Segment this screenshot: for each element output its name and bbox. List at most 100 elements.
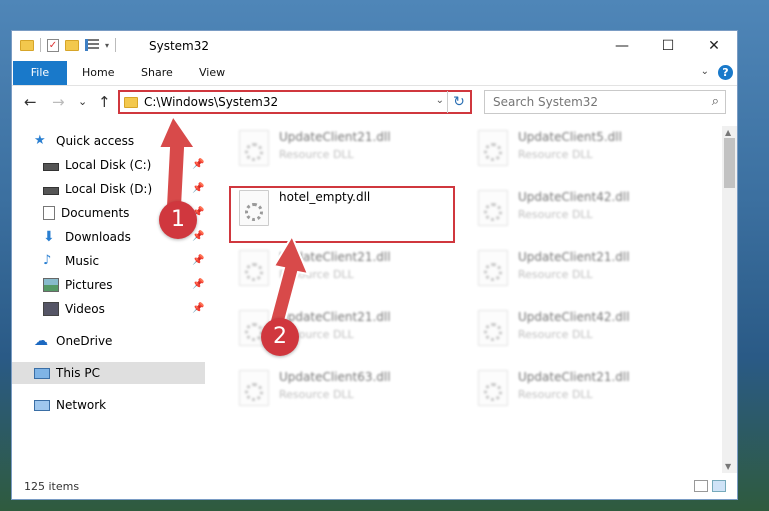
help-icon[interactable]: ?	[718, 65, 733, 80]
sidebar-item-label: Local Disk (C:)	[65, 158, 152, 172]
file-name: UpdateClient63.dll	[279, 370, 391, 384]
star-icon: ★	[34, 133, 46, 148]
vertical-scrollbar[interactable]: ▲ ▼	[722, 126, 737, 473]
file-type: Resource DLL	[518, 148, 593, 161]
disk-icon	[43, 187, 59, 195]
search-input[interactable]	[491, 94, 695, 110]
divider	[115, 38, 117, 52]
file-type: Resource DLL	[518, 388, 593, 401]
scroll-up-icon[interactable]: ▲	[725, 128, 731, 137]
address-dropdown-icon[interactable]: ⌄	[436, 95, 444, 106]
tab-file[interactable]: File	[13, 61, 67, 85]
item-count: 125 items	[24, 480, 80, 493]
file-name: UpdateClient21.dll	[518, 250, 630, 264]
music-icon: ♪	[43, 253, 52, 268]
sidebar-item-quick-access[interactable]: ★ Quick access	[34, 130, 134, 152]
sidebar-item-network[interactable]: Network	[34, 394, 106, 416]
sidebar-item-label: Pictures	[65, 278, 113, 292]
tab-home[interactable]: Home	[82, 61, 114, 85]
quick-access-toolbar: ✓ ▾	[20, 38, 117, 52]
scroll-thumb[interactable]	[724, 138, 735, 188]
pin-icon[interactable]: 📌	[192, 303, 204, 314]
window-controls: — ☐ ✕	[599, 31, 737, 61]
recent-locations-button[interactable]: ⌄	[78, 95, 87, 108]
close-button[interactable]: ✕	[691, 31, 737, 61]
expand-ribbon-icon[interactable]: ⌄	[701, 66, 709, 77]
maximize-button[interactable]: ☐	[645, 31, 691, 61]
folder-icon[interactable]	[20, 39, 34, 51]
gear-icon	[245, 143, 263, 161]
tab-view[interactable]: View	[199, 61, 225, 85]
gear-icon	[484, 383, 502, 401]
list-item[interactable]: UpdateClient21.dll Resource DLL	[470, 368, 698, 410]
sidebar-item-documents[interactable]: Documents	[43, 202, 129, 224]
list-item[interactable]: UpdateClient5.dll Resource DLL	[470, 128, 698, 170]
sidebar-item-music[interactable]: ♪ Music	[43, 250, 99, 272]
divider	[40, 38, 41, 52]
file-type: Resource DLL	[518, 208, 593, 221]
up-button[interactable]: ↑	[98, 93, 111, 111]
sidebar-item-label: This PC	[56, 366, 100, 380]
disk-icon	[43, 163, 59, 171]
gear-icon	[484, 323, 502, 341]
cloud-icon: ☁	[34, 333, 48, 349]
file-name: UpdateClient42.dll	[518, 310, 630, 324]
pin-icon[interactable]: 📌	[192, 279, 204, 290]
sidebar-item-label: Music	[65, 254, 100, 268]
status-bar: 125 items	[12, 474, 737, 499]
properties-check-icon[interactable]: ✓	[47, 38, 59, 52]
large-icons-view-icon[interactable]	[712, 480, 726, 492]
window-title: System32	[149, 39, 210, 53]
new-folder-icon[interactable]	[65, 39, 79, 51]
list-item[interactable]: UpdateClient42.dll Resource DLL	[470, 188, 698, 230]
list-item[interactable]: UpdateClient42.dll Resource DLL	[470, 308, 698, 350]
sidebar-item-local-disk-c[interactable]: Local Disk (C:)	[43, 154, 151, 176]
sidebar-item-local-disk-d[interactable]: Local Disk (D:)	[43, 178, 152, 200]
file-name: UpdateClient5.dll	[518, 130, 622, 144]
search-box[interactable]: ⌕	[484, 90, 726, 114]
scroll-down-icon[interactable]: ▼	[725, 462, 731, 471]
sidebar-item-pictures[interactable]: Pictures	[43, 274, 113, 296]
file-name: UpdateClient42.dll	[518, 190, 630, 204]
step-2-badge: 2	[261, 318, 299, 356]
step-1-badge: 1	[159, 201, 197, 239]
folder-icon	[124, 97, 138, 108]
list-item[interactable]: UpdateClient63.dll Resource DLL	[231, 368, 459, 410]
file-type: Resource DLL	[279, 388, 354, 401]
sidebar-item-label: Network	[56, 398, 107, 412]
ribbon-tabs: File Home Share View ⌄ ?	[12, 61, 737, 86]
navigation-bar: ← → ⌄ ↑ C:\Windows\System32 ⌄ ↻ ⌕	[12, 86, 737, 118]
sidebar-item-label: Videos	[65, 302, 105, 316]
sidebar-item-downloads[interactable]: ⬇ Downloads	[43, 226, 131, 248]
documents-icon	[43, 206, 55, 220]
file-type: Resource DLL	[518, 328, 593, 341]
sidebar-item-label: Local Disk (D:)	[65, 182, 153, 196]
qat-dropdown-icon[interactable]: ▾	[105, 41, 109, 50]
videos-icon	[43, 302, 59, 316]
search-icon[interactable]: ⌕	[712, 94, 719, 109]
title-bar: ✓ ▾ System32 — ☐ ✕	[12, 31, 737, 61]
sidebar-item-this-pc[interactable]: This PC	[12, 362, 205, 384]
list-item[interactable]: UpdateClient21.dll Resource DLL	[470, 248, 698, 290]
customize-icon[interactable]	[85, 39, 99, 51]
tab-share[interactable]: Share	[141, 61, 173, 85]
refresh-icon[interactable]: ↻	[447, 91, 470, 113]
minimize-button[interactable]: —	[599, 31, 645, 61]
pin-icon[interactable]: 📌	[192, 255, 204, 266]
explorer-window: ✓ ▾ System32 — ☐ ✕ File Home Share View …	[11, 30, 738, 500]
sidebar-item-onedrive[interactable]: ☁ OneDrive	[34, 330, 112, 352]
dll-file-icon	[239, 370, 269, 406]
list-item[interactable]: UpdateClient21.dll Resource DLL	[231, 128, 459, 170]
forward-button[interactable]: →	[52, 93, 65, 111]
gear-icon	[245, 383, 263, 401]
gear-icon	[484, 263, 502, 281]
details-view-icon[interactable]	[694, 480, 708, 492]
gear-icon	[484, 143, 502, 161]
sidebar-item-videos[interactable]: Videos	[43, 298, 105, 320]
dll-file-icon	[478, 310, 508, 346]
back-button[interactable]: ←	[24, 93, 37, 111]
file-type: Resource DLL	[279, 148, 354, 161]
dll-file-icon	[478, 370, 508, 406]
address-path[interactable]: C:\Windows\System32	[144, 95, 278, 109]
download-icon: ⬇	[43, 229, 55, 245]
